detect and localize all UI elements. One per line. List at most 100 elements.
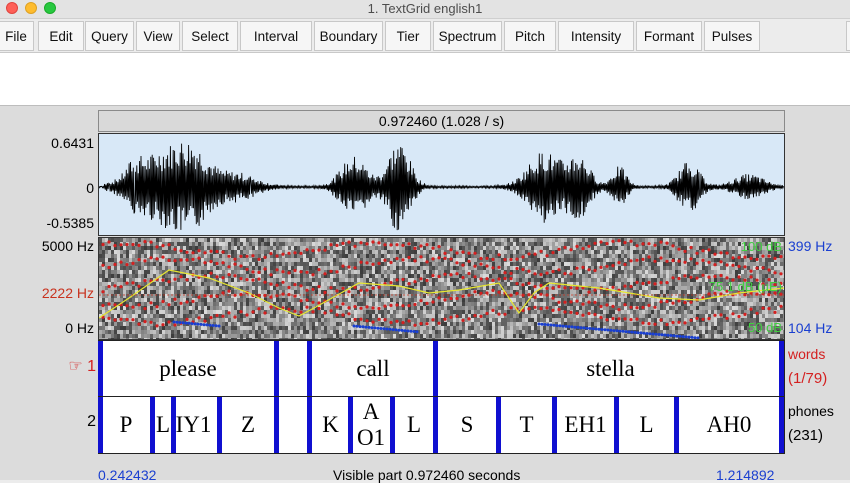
- spectrogram-cell: [525, 330, 528, 334]
- spectrogram-cell: [528, 246, 531, 250]
- menu-formant[interactable]: Formant: [636, 21, 702, 51]
- spectrogram-cell: [555, 262, 558, 266]
- spectrogram-cell: [246, 258, 249, 262]
- spectrogram-panel[interactable]: 100 dB 75.1 dB (µE) 50 dB: [98, 237, 785, 340]
- spectrogram-cell: [540, 334, 543, 338]
- spectrogram-cell: [597, 338, 600, 339]
- spectrogram-cell: [420, 266, 423, 270]
- spectrogram-cell: [279, 290, 282, 294]
- spectrogram-cell: [300, 274, 303, 278]
- spectrogram-cell: [117, 310, 120, 314]
- spectrogram-cell: [585, 254, 588, 258]
- spectrogram-cell: [570, 322, 573, 326]
- spectrogram-cell: [264, 238, 267, 242]
- spectrogram-cell: [588, 282, 591, 286]
- menu-pulses[interactable]: Pulses: [704, 21, 760, 51]
- spectrogram-cell: [399, 282, 402, 286]
- menu-tier[interactable]: Tier: [385, 21, 431, 51]
- spectrogram-cell: [447, 266, 450, 270]
- spectrogram-cell: [381, 286, 384, 290]
- spectrogram-cell: [408, 262, 411, 266]
- menu-edit[interactable]: Edit: [38, 21, 84, 51]
- spectrogram-cell: [168, 246, 171, 250]
- spectrogram-cell: [282, 314, 285, 318]
- menu-query[interactable]: Query: [85, 21, 134, 51]
- spectrogram-cell: [507, 238, 510, 242]
- spectrogram-cell: [222, 326, 225, 330]
- spectrogram-cell: [522, 318, 525, 322]
- spectrogram-cell: [162, 266, 165, 270]
- spectrogram-cell: [483, 242, 486, 246]
- spectrogram-cell: [441, 338, 444, 339]
- spectrogram-cell: [390, 298, 393, 302]
- spectrogram-cell: [207, 334, 210, 338]
- spectrogram-cell: [429, 282, 432, 286]
- spectrogram-cell: [252, 314, 255, 318]
- spectrogram-cell: [420, 318, 423, 322]
- menu-interval[interactable]: Interval: [240, 21, 312, 51]
- waveform-panel[interactable]: [98, 133, 785, 236]
- spectrogram-cell: [669, 270, 672, 274]
- spectrogram-cell: [564, 278, 567, 282]
- menu-file[interactable]: File: [0, 21, 34, 51]
- spectrogram-cell: [177, 330, 180, 334]
- spectrogram-cell: [486, 334, 489, 338]
- spectrogram-cell: [441, 314, 444, 318]
- spectrogram-cell: [279, 250, 282, 254]
- spectrogram-cell: [297, 246, 300, 250]
- spectrogram-cell: [132, 274, 135, 278]
- spectrogram-cell: [159, 246, 162, 250]
- spectrogram-cell: [540, 242, 543, 246]
- spectrogram-cell: [99, 266, 102, 270]
- spectrogram-cell: [498, 258, 501, 262]
- spectrogram-cell: [651, 278, 654, 282]
- spectrogram-cell: [510, 286, 513, 290]
- spectrogram-cell: [213, 286, 216, 290]
- spectrogram-cell: [513, 334, 516, 338]
- menu-spectrum[interactable]: Spectrum: [433, 21, 502, 51]
- spectrogram-cell: [576, 334, 579, 338]
- spectrogram-cell: [258, 266, 261, 270]
- spectrogram-cell: [270, 310, 273, 314]
- spectrogram-cell: [429, 334, 432, 338]
- spectrogram-cell: [627, 250, 630, 254]
- spectrogram-cell: [474, 302, 477, 306]
- spectrogram-cell: [486, 338, 489, 339]
- spectrogram-cell: [582, 238, 585, 242]
- spectrogram-cell: [444, 310, 447, 314]
- menu-intensity[interactable]: Intensity: [558, 21, 634, 51]
- spectrogram-cell: [276, 318, 279, 322]
- spectrogram-cell: [231, 254, 234, 258]
- spectrogram-cell: [438, 310, 441, 314]
- spectrogram-cell: [429, 266, 432, 270]
- spectrogram-cell: [213, 334, 216, 338]
- spectrogram-cell: [357, 338, 360, 339]
- menu-select[interactable]: Select: [182, 21, 238, 51]
- spectrogram-cell: [135, 254, 138, 258]
- spectrogram-cell: [540, 278, 543, 282]
- spectrogram-cell: [657, 326, 660, 330]
- spectrogram-cell: [615, 266, 618, 270]
- spectrogram-cell: [300, 290, 303, 294]
- spectrogram-cell: [102, 238, 105, 242]
- spectrogram-cell: [330, 278, 333, 282]
- menu-view[interactable]: View: [136, 21, 180, 51]
- menu-boundary[interactable]: Boundary: [314, 21, 383, 51]
- spectrogram-cell: [144, 298, 147, 302]
- spectrogram-cell: [231, 310, 234, 314]
- selection-duration-bar[interactable]: 0.972460 (1.028 / s): [98, 110, 785, 132]
- spectrogram-cell: [183, 262, 186, 266]
- spectrogram-cell: [141, 262, 144, 266]
- spectrogram-cell: [339, 270, 342, 274]
- spectrogram-cell: [258, 250, 261, 254]
- spectrogram-cell: [189, 326, 192, 330]
- menu-pitch[interactable]: Pitch: [504, 21, 556, 51]
- spectrogram-cell: [420, 310, 423, 314]
- spectrogram-cell: [537, 238, 540, 242]
- spectrogram-cell: [411, 314, 414, 318]
- spectrogram-cell: [447, 302, 450, 306]
- menu-overflow[interactable]: [846, 21, 850, 51]
- spectrogram-cell: [165, 338, 168, 339]
- spectrogram-cell: [195, 266, 198, 270]
- spectrogram-cell: [456, 238, 459, 242]
